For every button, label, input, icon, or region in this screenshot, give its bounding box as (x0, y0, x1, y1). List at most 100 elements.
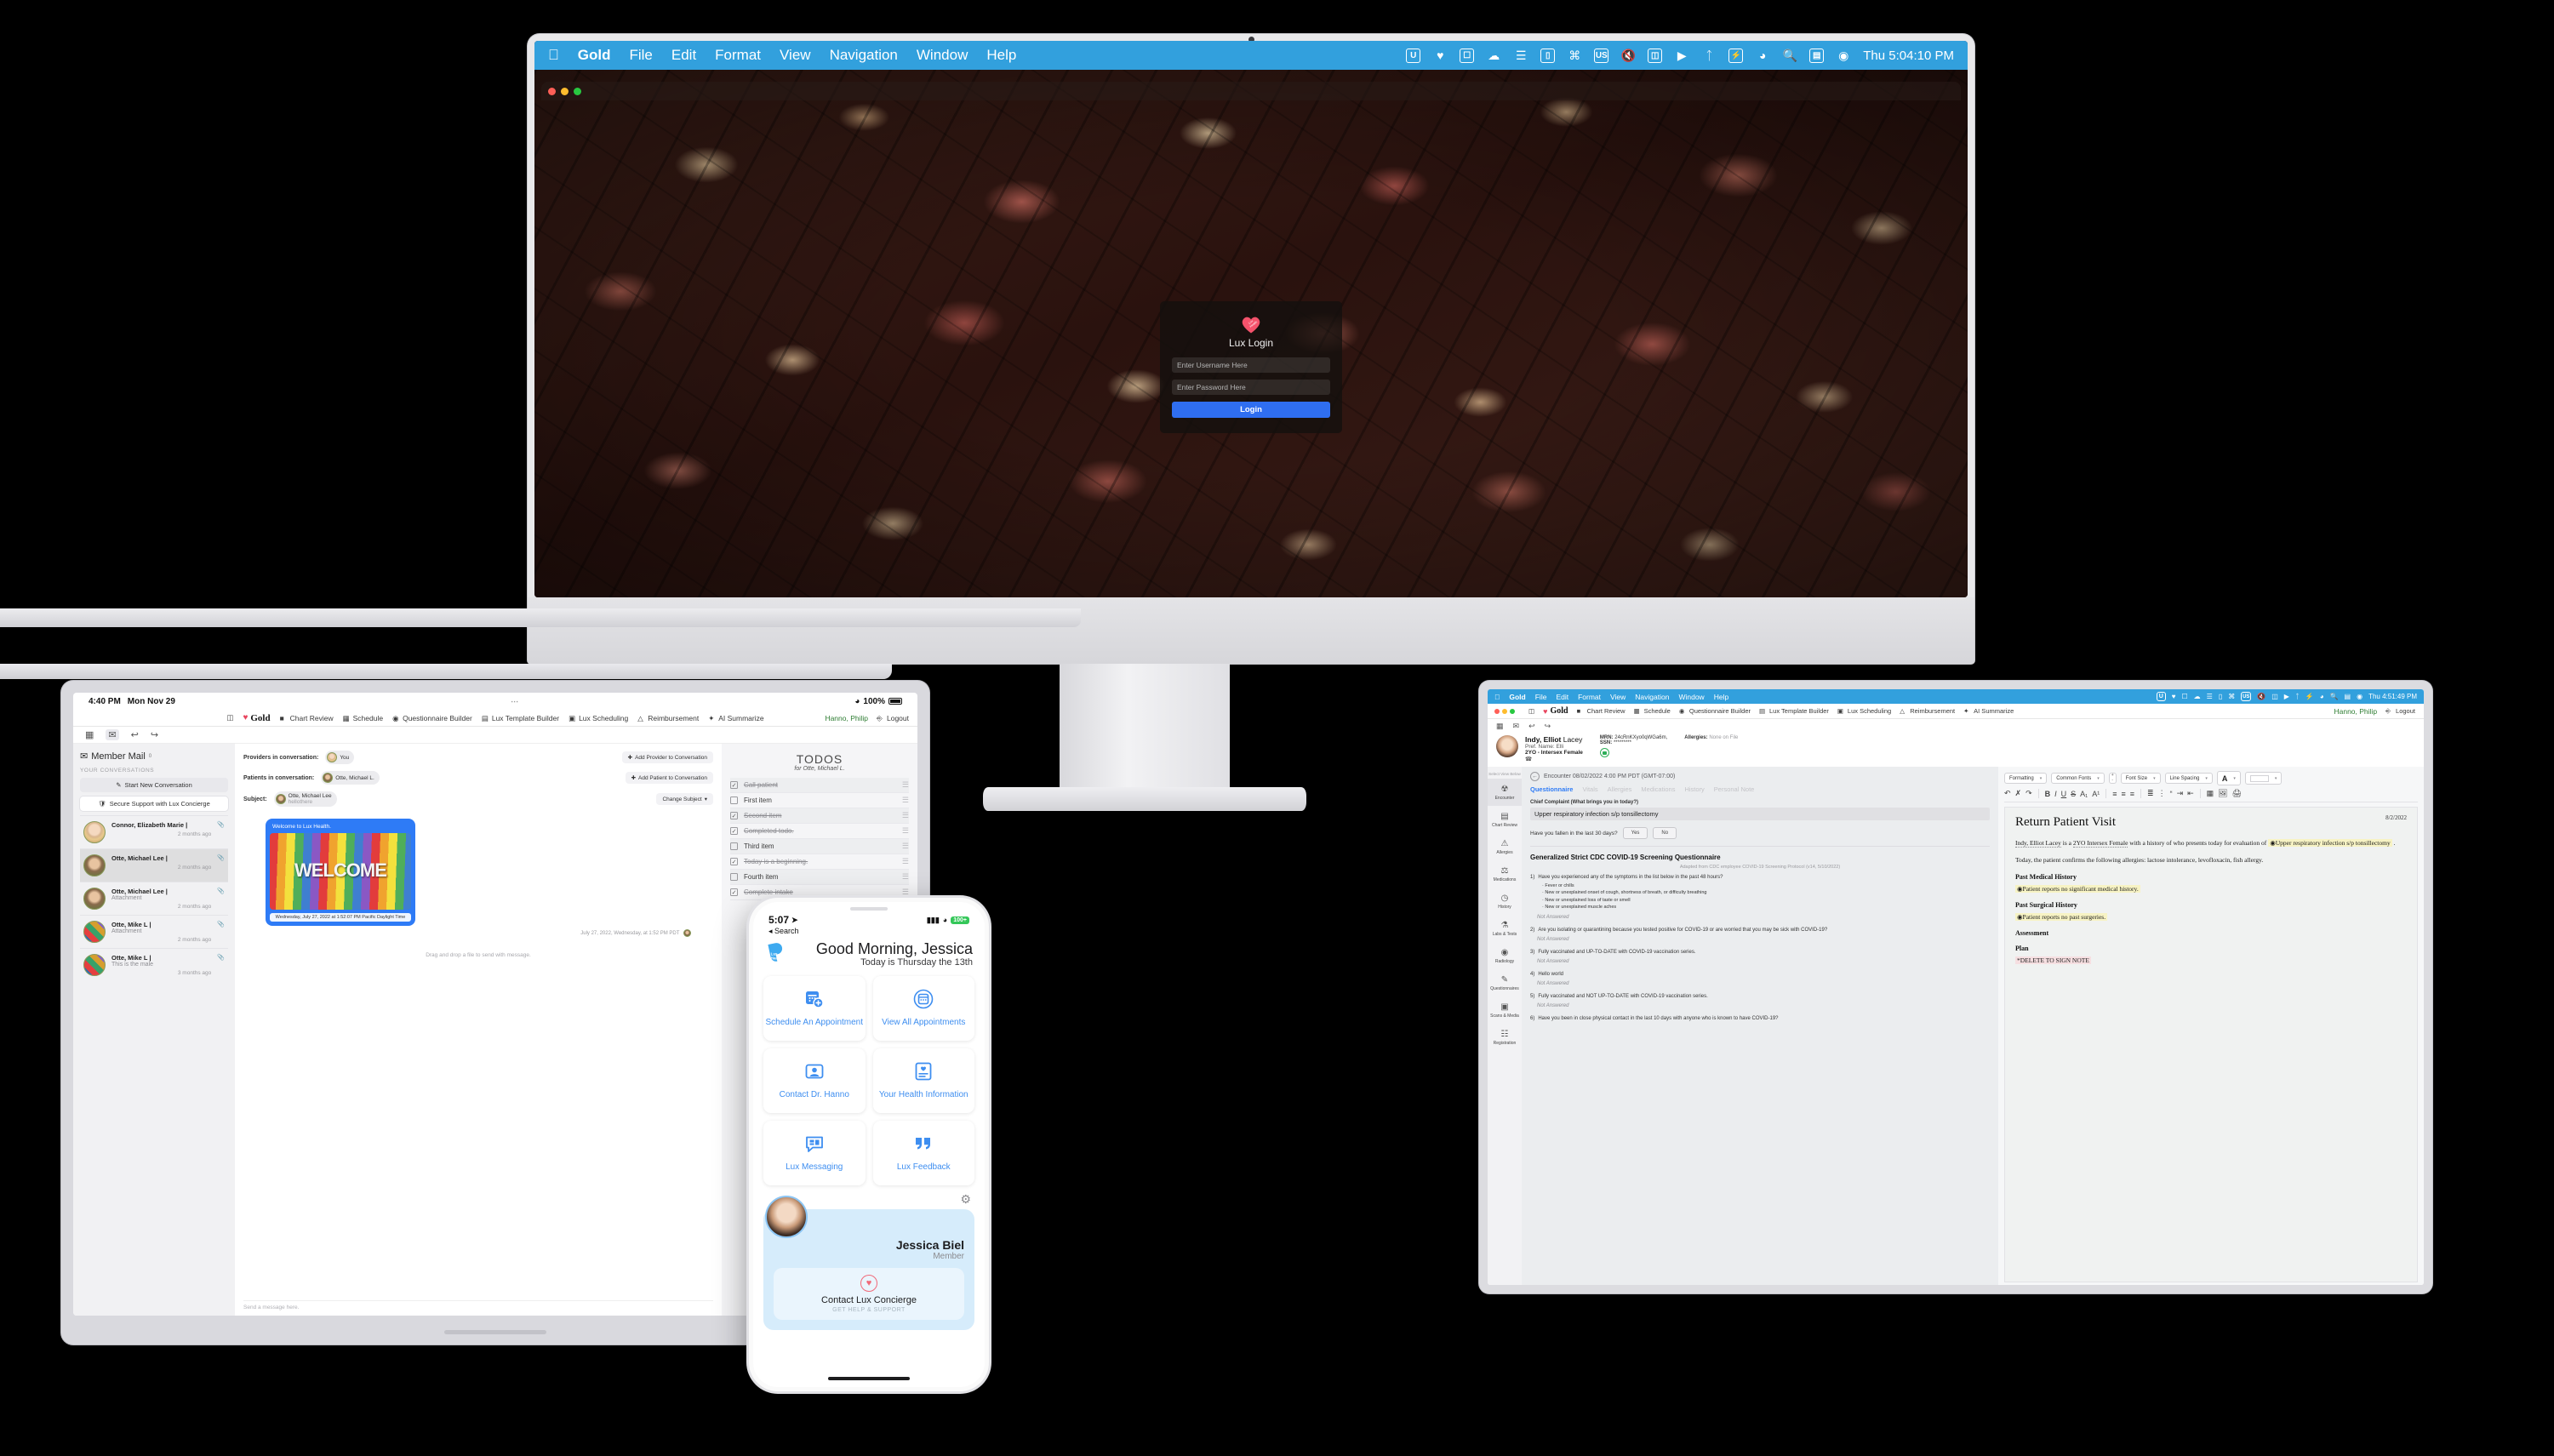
todo-item[interactable]: First item ☰ (730, 793, 909, 808)
minimize-icon[interactable] (561, 87, 569, 95)
sidebar-toggle-icon[interactable]: ◫ (1528, 707, 1534, 715)
wifi-icon[interactable]: ◕ (2320, 693, 2324, 700)
menu-window[interactable]: Window (917, 47, 968, 64)
redo-icon[interactable]: ↷ (2025, 789, 2032, 798)
video-visit-icon[interactable] (1599, 748, 1609, 757)
blockquote-icon[interactable]: “ (2170, 790, 2173, 798)
answer-value[interactable]: Not Answered (1537, 915, 1990, 920)
sidebar-item-radiology[interactable]: ◉ Radiology (1488, 942, 1522, 969)
compose-mail-icon[interactable]: ✉ (1513, 722, 1520, 731)
sidebar-item-allergies[interactable]: ⚠ Allergies (1488, 833, 1522, 860)
bullet-list-icon[interactable]: ⋮ (2158, 789, 2166, 798)
checkbox-icon[interactable] (730, 873, 738, 881)
tab-personal-note[interactable]: Personal Note (1714, 785, 1755, 793)
patient-chip[interactable]: Otte, Michael L. (321, 771, 380, 785)
phone-icon[interactable]: ☎ (1525, 756, 1583, 762)
answer-value[interactable]: Not Answered (1537, 981, 1990, 986)
menubar-clock[interactable]: Thu 5:04:10 PM (1863, 49, 1954, 63)
brand-logo[interactable]: ♥ Gold (243, 713, 270, 723)
common-fonts-select[interactable]: Common Fonts ▾ (2051, 773, 2105, 784)
text-color-icon[interactable]: A ▾ (2216, 771, 2241, 785)
conversation-item[interactable]: Otte, Michael Lee | Attachment 2 months … (80, 882, 228, 915)
drag-handle-icon[interactable]: ☰ (902, 872, 909, 882)
conversation-item[interactable]: Connor, Elizabeth Marie | 2 months ago 📎 (80, 815, 228, 848)
checkbox-checked-icon[interactable]: ✓ (730, 781, 738, 789)
reply-icon[interactable]: ↩ (131, 729, 139, 740)
card-schedule-appointment[interactable]: Schedule An Appointment (763, 975, 866, 1041)
back-arrow-icon[interactable]: ← (1530, 772, 1540, 781)
drag-handle-icon[interactable]: ☰ (902, 826, 909, 836)
menu-format[interactable]: Format (715, 47, 761, 64)
password-input[interactable] (1172, 380, 1330, 395)
toolbar-item-lux-template-builder[interactable]: ▤ Lux Template Builder (482, 714, 559, 723)
equalizer-icon[interactable]: ☰ (1513, 48, 1528, 63)
playback-icon[interactable]: ▶ (1674, 48, 1689, 63)
elephant-icon[interactable]: ♥ (1432, 48, 1448, 63)
reply-icon[interactable]: ↩ (1528, 722, 1535, 731)
undo-icon[interactable]: ↶ (2004, 789, 2011, 798)
keyboard-shortcut-icon[interactable]: ⌘ (1567, 48, 1582, 63)
menu-file[interactable]: File (629, 47, 652, 64)
italic-icon[interactable]: I (2054, 790, 2057, 798)
avatar[interactable] (765, 1195, 808, 1238)
menu-gold[interactable]: Gold (578, 47, 611, 64)
toolbar-item-ai-summarize[interactable]: ✦ AI Summarize (708, 714, 763, 723)
note-document[interactable]: 8/2/2022 Return Patient Visit Indy, Elli… (2004, 807, 2418, 1282)
maximize-icon[interactable] (574, 87, 581, 95)
todo-item[interactable]: ✓ Call patient ☰ (730, 778, 909, 793)
print-icon[interactable]: 🖨 (2232, 789, 2242, 798)
apple-menu-icon[interactable]:  (548, 47, 559, 64)
toolbar-item-questionnaire-builder[interactable]: ◉ Questionnaire Builder (392, 714, 472, 723)
minimize-icon[interactable] (1502, 708, 1507, 714)
menu-file[interactable]: File (1535, 693, 1547, 701)
username-input[interactable] (1172, 357, 1330, 373)
wifi-icon[interactable]: ◕ (1755, 48, 1770, 63)
todo-item[interactable]: Third item ☰ (730, 839, 909, 854)
power-icon[interactable]: ⚡ (1728, 48, 1744, 63)
drag-handle-icon[interactable]: ☰ (902, 780, 909, 790)
checkbox-checked-icon[interactable]: ✓ (730, 812, 738, 819)
todo-item[interactable]: ✓ Today is a beginning. ☰ (730, 854, 909, 870)
screen-icon[interactable]: ☐ (2182, 693, 2188, 700)
logout-button[interactable]: ⎆ Logout (2385, 707, 2415, 715)
cloud-icon[interactable]: ☁ (1486, 48, 1501, 63)
font-size-stepper[interactable]: + - (2108, 773, 2117, 784)
playback-icon[interactable]: ▶ (2284, 693, 2289, 700)
menu-help[interactable]: Help (986, 47, 1016, 64)
superscript-icon[interactable]: A¹ (2092, 790, 2100, 798)
checkbox-checked-icon[interactable]: ✓ (730, 827, 738, 835)
todo-item[interactable]: ✓ Second item ☰ (730, 808, 909, 824)
add-provider-button[interactable]: ✚ Add Provider to Conversation (621, 751, 713, 763)
mute-icon[interactable]: 🔇 (2257, 693, 2265, 700)
window-icon[interactable]: ◫ (1648, 48, 1663, 63)
chief-complaint-value[interactable]: Upper respiratory infection s/p tonsille… (1530, 808, 1990, 820)
compose-mail-icon[interactable]: ✉ (106, 729, 119, 740)
tab-history[interactable]: History (1684, 785, 1704, 793)
conversation-item[interactable]: Otte, Mike L | Attachment 2 months ago 📎 (80, 915, 228, 948)
inbox-icon[interactable]: ▦ (85, 729, 94, 740)
todo-item[interactable]: Fourth item ☰ (730, 870, 909, 885)
subscript-icon[interactable]: A₁ (2080, 790, 2088, 798)
checkbox-checked-icon[interactable]: ✓ (730, 888, 738, 896)
drag-handle-icon[interactable]: ☰ (902, 888, 909, 897)
menu-edit[interactable]: Edit (671, 47, 696, 64)
sidebar-item-encounter[interactable]: ☢ Encounter (1488, 779, 1522, 806)
highlight-color-swatch[interactable]: ▾ (2244, 772, 2283, 785)
align-left-icon[interactable]: ≡ (2112, 790, 2117, 798)
ordered-list-icon[interactable]: ≣ (2147, 789, 2154, 798)
card-health-information[interactable]: Your Health Information (872, 1048, 974, 1113)
answer-value[interactable]: Not Answered (1537, 959, 1990, 964)
bluetooth-icon[interactable]: ᛏ (2295, 693, 2300, 700)
checkbox-checked-icon[interactable]: ✓ (730, 858, 738, 865)
u-icon[interactable]: U (2156, 692, 2166, 701)
toolbar-item-questionnaire-builder[interactable]: ◉ Questionnaire Builder (1679, 707, 1751, 715)
drag-handle-icon[interactable]: ☰ (902, 811, 909, 820)
close-icon[interactable] (1494, 708, 1500, 714)
menu-format[interactable]: Format (1578, 693, 1601, 701)
fall-yes-button[interactable]: Yes (1622, 827, 1648, 839)
current-user-label[interactable]: Hanno, Philip (2334, 707, 2377, 716)
apple-menu-icon[interactable]:  (1494, 693, 1500, 701)
menu-view[interactable]: View (1610, 693, 1626, 701)
tab-vitals[interactable]: Vitals (1582, 785, 1597, 793)
underline-icon[interactable]: U (2061, 790, 2067, 798)
